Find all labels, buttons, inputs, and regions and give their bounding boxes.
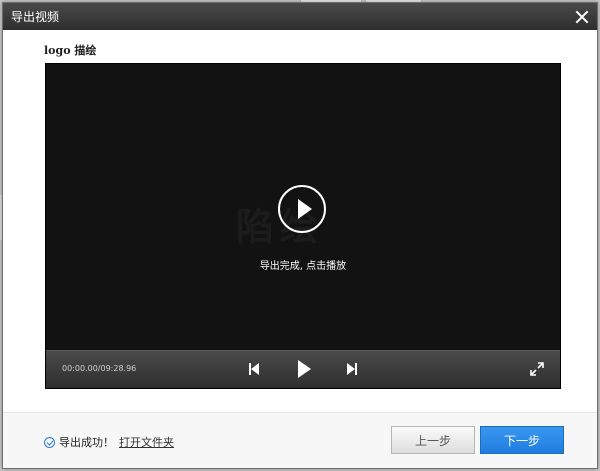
player-message[interactable]: 导出完成, 点击播放: [46, 257, 560, 272]
next-step-button[interactable]: 下一步: [480, 426, 564, 454]
close-icon[interactable]: [575, 10, 589, 24]
video-player[interactable]: 陷绘 导出完成, 点击播放 00:00.00/09:28.96: [45, 63, 561, 389]
section-label: logo 描绘: [44, 44, 97, 57]
skip-forward-icon[interactable]: [347, 363, 357, 375]
fullscreen-icon[interactable]: [530, 362, 544, 376]
status-text: 导出成功！: [59, 436, 114, 449]
open-folder-link[interactable]: 打开文件夹: [119, 434, 174, 450]
skip-back-icon[interactable]: [249, 363, 259, 375]
dialog-footer: 导出成功！ 打开文件夹 上一步 下一步: [3, 412, 597, 468]
player-controls: 00:00.00/09:28.96: [46, 350, 560, 388]
time-display: 00:00.00/09:28.96: [62, 364, 137, 373]
play-circle-icon[interactable]: [278, 185, 326, 233]
check-circle-icon: [44, 436, 55, 448]
dialog-titlebar: 导出视频: [3, 3, 597, 30]
dialog-title: 导出视频: [11, 10, 60, 24]
previous-step-button[interactable]: 上一步: [391, 426, 475, 454]
export-status: 导出成功！: [44, 434, 114, 450]
play-icon[interactable]: [298, 360, 312, 378]
export-video-dialog: 导出视频 logo 描绘 陷绘 导出完成, 点击播放 00:00.00/09:2…: [2, 2, 598, 469]
